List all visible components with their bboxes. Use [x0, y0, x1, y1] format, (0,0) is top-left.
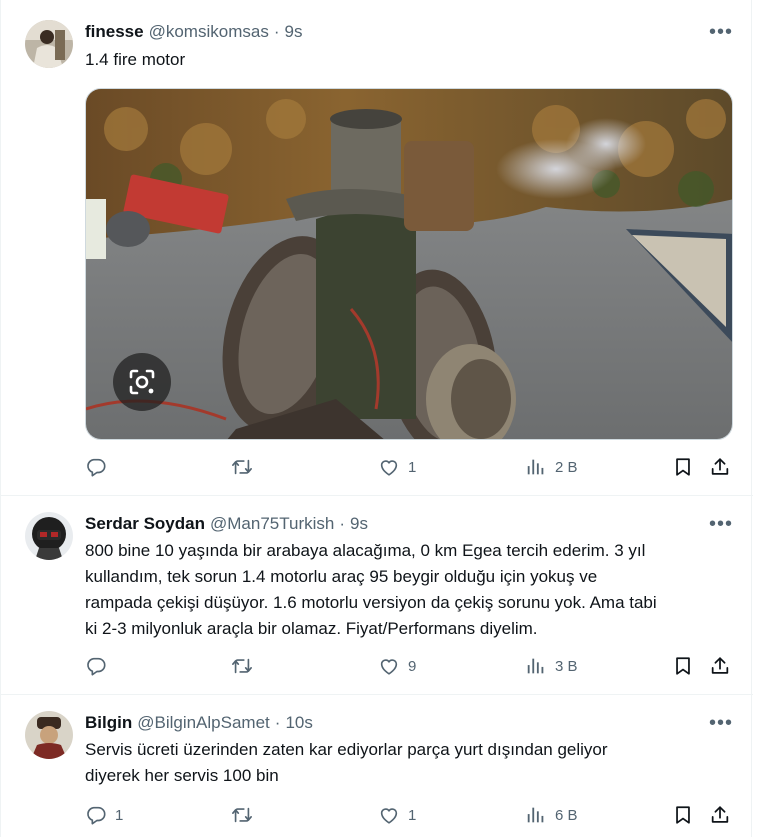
- like-count: 1: [408, 806, 417, 824]
- display-name[interactable]: Bilgin: [85, 713, 132, 733]
- share-icon: [709, 456, 731, 478]
- like-count: 1: [408, 458, 417, 476]
- views-button[interactable]: 6 B: [525, 804, 578, 826]
- user-handle[interactable]: @komsikomsas: [149, 22, 269, 42]
- view-count: 6 B: [555, 806, 578, 824]
- engine-photo: [86, 89, 732, 439]
- like-button[interactable]: 1: [378, 804, 416, 826]
- views-icon: [525, 655, 547, 677]
- tweet[interactable]: finesse @komsikomsas · 9s ••• 1.4 fire m…: [1, 0, 753, 495]
- retweet-icon: [231, 804, 253, 826]
- views-icon: [525, 456, 547, 478]
- visual-search-icon: [129, 369, 155, 395]
- bookmark-button[interactable]: [672, 804, 694, 826]
- tweet-photo[interactable]: [85, 88, 733, 440]
- like-button[interactable]: 1: [378, 456, 416, 478]
- reply-icon: [85, 804, 107, 826]
- reply-count: 1: [115, 806, 124, 824]
- timeline-feed: finesse @komsikomsas · 9s ••• 1.4 fire m…: [0, 0, 753, 837]
- separator-dot: ·: [273, 22, 280, 41]
- share-button[interactable]: [709, 804, 731, 826]
- timestamp[interactable]: 10s: [285, 713, 312, 733]
- view-count: 2 B: [555, 458, 578, 476]
- bookmark-button[interactable]: [672, 456, 694, 478]
- tweet-actions: 9 3 B: [85, 655, 740, 679]
- tweet-actions: 1 2 B: [85, 456, 740, 480]
- timestamp[interactable]: 9s: [350, 514, 368, 534]
- share-button[interactable]: [709, 456, 731, 478]
- retweet-button[interactable]: [231, 804, 261, 826]
- tweet[interactable]: Bilgin @BilginAlpSamet · 10s ••• Servis …: [1, 695, 753, 837]
- tweet-text: 1.4 fire motor: [85, 50, 186, 69]
- bookmark-icon: [672, 456, 694, 478]
- tweet[interactable]: Serdar Soydan @Man75Turkish · 9s ••• 800…: [1, 496, 753, 694]
- separator-dot: ·: [339, 514, 346, 533]
- like-icon: [378, 655, 400, 677]
- reply-icon: [85, 655, 107, 677]
- avatar[interactable]: [25, 711, 73, 759]
- like-button[interactable]: 9: [378, 655, 416, 677]
- tweet-text: 800 bine 10 yaşında bir arabaya alacağım…: [85, 541, 657, 638]
- retweet-button[interactable]: [231, 456, 261, 478]
- views-button[interactable]: 3 B: [525, 655, 578, 677]
- views-button[interactable]: 2 B: [525, 456, 578, 478]
- separator-dot: ·: [274, 713, 281, 732]
- bookmark-icon: [672, 655, 694, 677]
- avatar[interactable]: [25, 512, 73, 560]
- user-handle[interactable]: @Man75Turkish: [210, 514, 334, 534]
- share-button[interactable]: [709, 655, 731, 677]
- visual-search-button[interactable]: [113, 353, 171, 411]
- reply-icon: [85, 456, 107, 478]
- display-name[interactable]: finesse: [85, 22, 144, 42]
- bookmark-button[interactable]: [672, 655, 694, 677]
- more-options-icon[interactable]: •••: [709, 21, 733, 43]
- share-icon: [709, 804, 731, 826]
- like-icon: [378, 804, 400, 826]
- retweet-icon: [231, 456, 253, 478]
- timestamp[interactable]: 9s: [285, 22, 303, 42]
- reply-button[interactable]: [85, 655, 115, 677]
- more-options-icon[interactable]: •••: [709, 513, 733, 535]
- view-count: 3 B: [555, 657, 578, 675]
- avatar[interactable]: [25, 20, 73, 68]
- reply-button[interactable]: [85, 456, 115, 478]
- retweet-button[interactable]: [231, 655, 261, 677]
- share-icon: [709, 655, 731, 677]
- views-icon: [525, 804, 547, 826]
- tweet-header: Serdar Soydan @Man75Turkish · 9s: [85, 514, 368, 534]
- like-count: 9: [408, 657, 417, 675]
- tweet-header: finesse @komsikomsas · 9s: [85, 22, 302, 42]
- display-name[interactable]: Serdar Soydan: [85, 514, 205, 534]
- tweet-text: Servis ücreti üzerinden zaten kar ediyor…: [85, 740, 608, 785]
- tweet-header: Bilgin @BilginAlpSamet · 10s: [85, 713, 313, 733]
- like-icon: [378, 456, 400, 478]
- more-options-icon[interactable]: •••: [709, 712, 733, 734]
- tweet-actions: 1 1 6 B: [85, 804, 740, 828]
- retweet-icon: [231, 655, 253, 677]
- bookmark-icon: [672, 804, 694, 826]
- user-handle[interactable]: @BilginAlpSamet: [137, 713, 270, 733]
- reply-button[interactable]: 1: [85, 804, 123, 826]
